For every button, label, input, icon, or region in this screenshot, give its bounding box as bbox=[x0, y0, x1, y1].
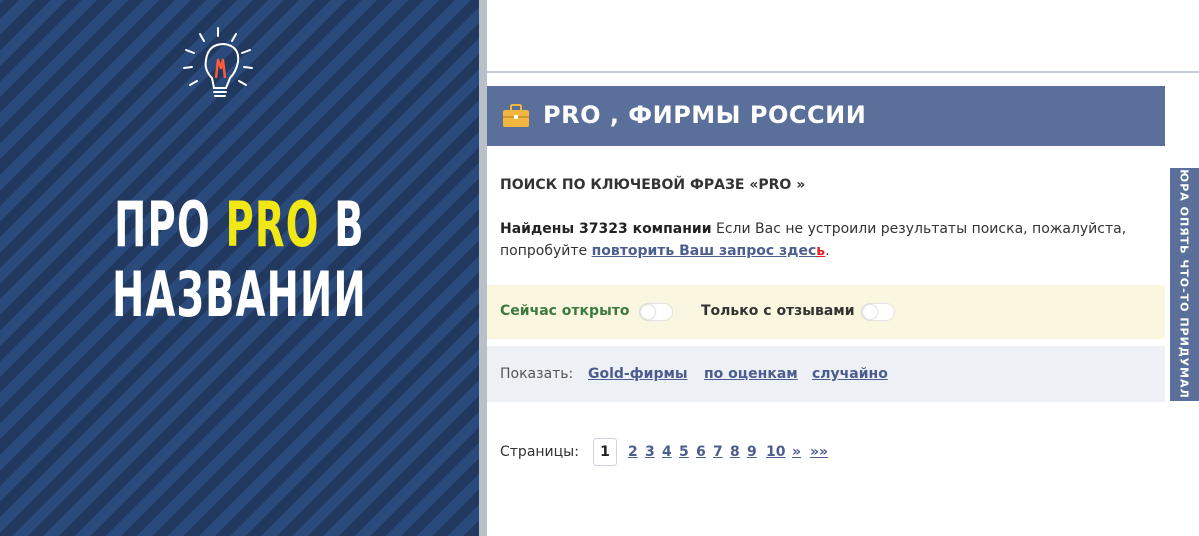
screenshot-panel: PRO , ФИРМЫ РОССИИ ПОИСК ПО КЛЮЧЕВОЙ ФРА… bbox=[487, 0, 1199, 536]
page-current[interactable]: 1 bbox=[593, 438, 617, 466]
open-now-label: Сейчас открыто bbox=[500, 303, 630, 319]
page-next-link[interactable]: » bbox=[792, 444, 801, 460]
page-link-6[interactable]: 6 bbox=[696, 444, 706, 460]
sort-gold-link[interactable]: Gold-фирмы bbox=[588, 366, 688, 382]
with-reviews-toggle[interactable] bbox=[861, 303, 895, 321]
page-link-9[interactable]: 9 bbox=[747, 444, 757, 460]
page-link-5[interactable]: 5 bbox=[679, 444, 689, 460]
category-header: PRO , ФИРМЫ РОССИИ bbox=[487, 86, 1165, 146]
banner-headline-line1: ПРО PRO В bbox=[114, 188, 365, 261]
panel-divider bbox=[479, 0, 487, 536]
page-last-link[interactable]: »» bbox=[810, 444, 828, 460]
briefcase-icon bbox=[503, 104, 529, 127]
sort-bar: Показать: Gold-фирмы по оценкам случайно bbox=[487, 346, 1165, 402]
page-link-7[interactable]: 7 bbox=[713, 444, 723, 460]
top-separator bbox=[487, 71, 1199, 73]
filters-bar: Сейчас открыто Только с отзывами bbox=[487, 285, 1165, 339]
banner-accent-word: PRO bbox=[225, 188, 320, 261]
category-title: PRO , ФИРМЫ РОССИИ bbox=[543, 101, 867, 129]
banner-panel: ПРО PRO В НАЗВАНИИ bbox=[0, 0, 479, 536]
page-link-3[interactable]: 3 bbox=[645, 444, 655, 460]
search-title: ПОИСК ПО КЛЮЧЕВОЙ ФРАЗЕ «PRO » bbox=[500, 177, 806, 193]
page-link-2[interactable]: 2 bbox=[628, 444, 638, 460]
open-now-toggle[interactable] bbox=[639, 303, 673, 321]
with-reviews-label: Только с отзывами bbox=[701, 303, 855, 319]
lightbulb-icon bbox=[183, 27, 253, 97]
results-count: Найдены 37323 компании bbox=[500, 221, 712, 237]
sort-by-rating-link[interactable]: по оценкам bbox=[704, 366, 798, 382]
page-link-4[interactable]: 4 bbox=[662, 444, 672, 460]
banner-headline-line2: НАЗВАНИИ bbox=[112, 258, 367, 331]
pagination-label: Страницы: bbox=[500, 444, 579, 460]
page-link-8[interactable]: 8 bbox=[730, 444, 740, 460]
retry-search-link[interactable]: повторить Ваш запрос здесь bbox=[592, 243, 826, 259]
page-link-10[interactable]: 10 bbox=[766, 444, 785, 460]
search-results-summary: Найдены 37323 компании Если Вас не устро… bbox=[500, 221, 1127, 259]
side-tab: ЮРА ОПЯТЬ ЧТО-ТО ПРИДУМАЛ bbox=[1170, 168, 1199, 401]
sort-label: Показать: bbox=[500, 366, 574, 382]
side-tab-text: ЮРА ОПЯТЬ ЧТО-ТО ПРИДУМАЛ bbox=[1177, 169, 1191, 399]
sort-random-link[interactable]: случайно bbox=[812, 366, 888, 382]
